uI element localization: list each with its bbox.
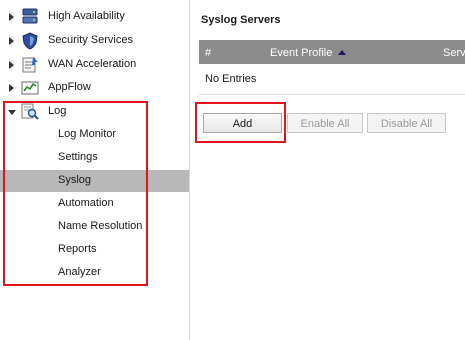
log-magnifier-icon	[21, 103, 39, 121]
sidebar-subitem-reports[interactable]: Reports	[0, 239, 189, 261]
sidebar-subitem-name-resolution[interactable]: Name Resolution	[0, 216, 189, 238]
page-title: Syslog Servers	[201, 14, 281, 26]
table-empty-row: No Entries	[199, 64, 465, 95]
column-header-server[interactable]: Serve	[443, 47, 465, 59]
sidebar-item-label: AppFlow	[48, 81, 91, 93]
table-header: # Event Profile Serve	[199, 40, 465, 64]
disable-all-button[interactable]: Disable All	[367, 113, 446, 133]
sidebar-subitem-label: Settings	[58, 151, 98, 163]
sidebar-subitem-automation[interactable]: Automation	[0, 193, 189, 215]
collapse-arrow-icon[interactable]	[8, 110, 16, 115]
add-button[interactable]: Add	[203, 113, 282, 133]
sidebar-subitem-label: Reports	[58, 243, 97, 255]
expand-arrow-icon[interactable]	[9, 37, 14, 45]
sidebar-item-high-availability[interactable]: High Availability	[0, 6, 189, 28]
appflow-chart-icon	[21, 79, 39, 97]
sidebar-subitem-label: Automation	[58, 197, 114, 209]
server-icon	[21, 8, 39, 26]
expand-arrow-icon[interactable]	[9, 13, 14, 21]
expand-arrow-icon[interactable]	[9, 84, 14, 92]
sidebar-nav: High Availability Security Services WAN …	[0, 0, 190, 340]
sidebar-subitem-label: Syslog	[58, 174, 92, 186]
expand-arrow-icon[interactable]	[9, 61, 14, 69]
sort-ascending-icon	[338, 50, 347, 55]
sidebar-item-security-services[interactable]: Security Services	[0, 30, 189, 52]
sidebar-subitem-analyzer[interactable]: Analyzer	[0, 262, 189, 284]
sidebar-subitem-label: Log Monitor	[58, 128, 117, 140]
sidebar-subitem-log-monitor[interactable]: Log Monitor	[0, 124, 189, 146]
sidebar-item-log[interactable]: Log	[0, 101, 189, 123]
sidebar-subitem-syslog[interactable]: Syslog	[0, 170, 189, 192]
sidebar-subitem-label: Analyzer	[58, 266, 101, 278]
shield-icon	[21, 32, 39, 50]
sidebar-item-label: Log	[48, 105, 67, 117]
sidebar-subitem-settings[interactable]: Settings	[0, 147, 189, 169]
column-header-event-profile[interactable]: Event Profile	[270, 47, 347, 59]
sidebar-item-label: WAN Acceleration	[48, 58, 137, 70]
sidebar-item-label: Security Services	[48, 34, 133, 46]
wan-acceleration-icon	[21, 56, 39, 74]
sidebar-item-wan-acceleration[interactable]: WAN Acceleration	[0, 54, 189, 76]
column-header-index[interactable]: #	[205, 47, 211, 59]
empty-state-text: No Entries	[205, 73, 257, 85]
column-header-label: Event Profile	[270, 47, 333, 59]
enable-all-button[interactable]: Enable All	[287, 113, 363, 133]
sidebar-subitem-label: Name Resolution	[58, 220, 143, 232]
sidebar-item-label: High Availability	[48, 10, 125, 22]
sidebar-item-appflow[interactable]: AppFlow	[0, 77, 189, 99]
